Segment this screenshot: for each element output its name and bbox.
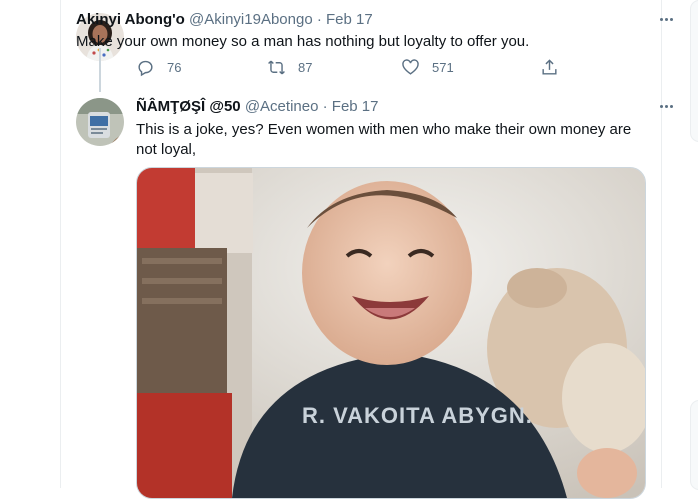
avatar[interactable] [76,98,124,146]
sidebar-card [690,0,698,142]
author-handle[interactable]: @Akinyi19Abongo [189,11,313,28]
reply-button[interactable]: 76 [136,58,181,77]
retweet-icon [268,60,285,75]
retweet-button[interactable]: 87 [267,58,312,77]
right-sidebar-edge [690,0,698,490]
more-icon[interactable] [656,99,676,113]
tweet-date[interactable]: Feb 17 [332,98,379,115]
reply-icon [138,60,153,77]
like-icon [402,59,419,75]
author-name[interactable]: ÑÂMŢØŞÎ @50 [136,98,241,115]
retweet-count: 87 [298,60,313,75]
sidebar-card [690,400,698,490]
share-icon [542,59,557,75]
tweet-header: Akinyi Abong'o @Akinyi19Abongo · Feb 17 [76,11,373,28]
like-button[interactable]: 571 [401,58,454,77]
tweet-text: Make your own money so a man has nothing… [76,33,530,50]
separator: · [316,11,322,28]
shirt-print: R. VAKOITA ABYGN. [302,403,533,428]
author-name[interactable]: Akinyi Abong'o [76,11,185,28]
thread-connector [99,48,101,92]
share-button[interactable] [540,58,559,77]
tweet-actions: 76 87 571 [136,58,566,80]
tweet-text: This is a joke, yes? Even women with men… [136,121,632,158]
tweet-header: ÑÂMŢØŞÎ @50 @Acetineo · Feb 17 [136,98,378,115]
tweet-date[interactable]: Feb 17 [326,11,373,28]
reply-count: 76 [167,60,182,75]
more-icon[interactable] [656,12,676,26]
tweet-media-gif[interactable]: R. VAKOITA ABYGN. [136,167,646,499]
separator: · [322,98,328,115]
author-handle[interactable]: @Acetineo [245,98,319,115]
like-count: 571 [432,60,454,75]
